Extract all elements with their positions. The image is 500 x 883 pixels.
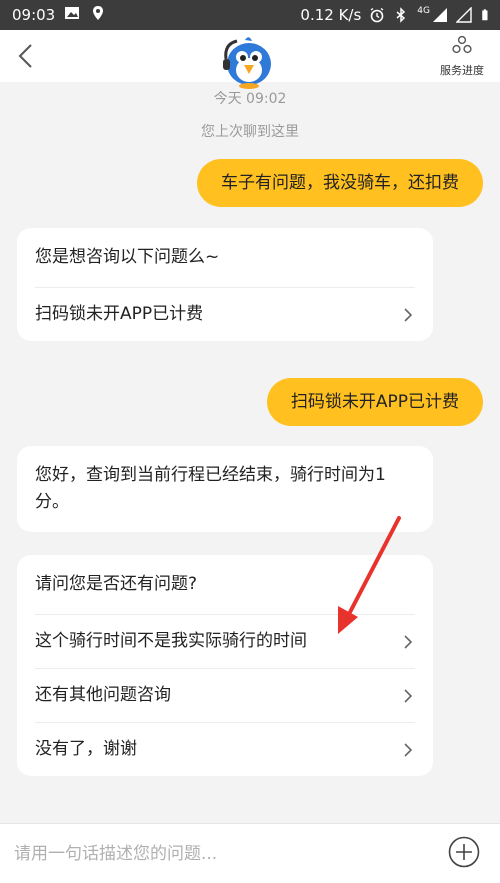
service-progress-icon bbox=[452, 35, 472, 54]
user-message: 车子有问题，我没骑车，还扣费 bbox=[197, 159, 483, 207]
last-chat-notice: 您上次聊到这里 bbox=[201, 124, 299, 140]
bot-message-card: 您好，查询到当前行程已经结束，骑行时间为1分。 bbox=[17, 446, 433, 532]
chevron-right-icon bbox=[404, 689, 413, 703]
status-bar: 09:03 0.12 K/s 4G bbox=[0, 0, 500, 30]
quick-reply-option[interactable]: 扫码锁未开APP已计费 bbox=[35, 287, 415, 341]
quick-reply-option[interactable]: 这个骑行时间不是我实际骑行的时间 bbox=[35, 614, 415, 668]
message-input[interactable] bbox=[12, 840, 436, 868]
bot-message-text: 您是想咨询以下问题么~ bbox=[35, 247, 220, 267]
signal-icon-2 bbox=[456, 7, 472, 23]
quick-reply-option[interactable]: 没有了，谢谢 bbox=[35, 722, 415, 776]
option-label: 这个骑行时间不是我实际骑行的时间 bbox=[35, 631, 307, 651]
chevron-right-icon bbox=[404, 743, 413, 757]
chat-date: 今天 09:02 bbox=[213, 91, 287, 107]
service-progress-label: 服务进度 bbox=[440, 64, 484, 77]
chevron-right-icon bbox=[404, 635, 413, 649]
network-speed: 0.12 K/s bbox=[300, 6, 362, 24]
alarm-icon bbox=[370, 7, 384, 23]
add-icon[interactable] bbox=[448, 836, 480, 868]
back-arrow-icon[interactable] bbox=[14, 42, 38, 70]
service-progress-button[interactable]: 服务进度 bbox=[434, 34, 490, 78]
input-bar bbox=[0, 823, 500, 883]
quick-reply-option[interactable]: 还有其他问题咨询 bbox=[35, 668, 415, 722]
network-type-label: 4G bbox=[417, 6, 430, 16]
signal-icon bbox=[433, 8, 447, 22]
user-message: 扫码锁未开APP已计费 bbox=[266, 378, 483, 426]
bot-message-card: 请问您是否还有问题? 这个骑行时间不是我实际骑行的时间 还有其他问题咨询 没有了… bbox=[17, 555, 433, 776]
battery-icon bbox=[482, 9, 488, 21]
bot-message-text: 您好，查询到当前行程已经结束，骑行时间为1分。 bbox=[35, 465, 386, 512]
bot-avatar bbox=[223, 37, 271, 89]
bot-message-text: 请问您是否还有问题? bbox=[35, 574, 198, 594]
chevron-right-icon bbox=[404, 308, 413, 322]
status-time: 09:03 bbox=[12, 6, 56, 24]
option-label: 还有其他问题咨询 bbox=[35, 685, 171, 705]
gallery-icon bbox=[65, 7, 79, 19]
location-icon bbox=[93, 6, 103, 20]
option-label: 扫码锁未开APP已计费 bbox=[35, 304, 204, 324]
bot-message-card: 您是想咨询以下问题么~ 扫码锁未开APP已计费 bbox=[17, 228, 433, 341]
option-label: 没有了，谢谢 bbox=[35, 739, 137, 759]
bluetooth-icon bbox=[396, 7, 406, 23]
